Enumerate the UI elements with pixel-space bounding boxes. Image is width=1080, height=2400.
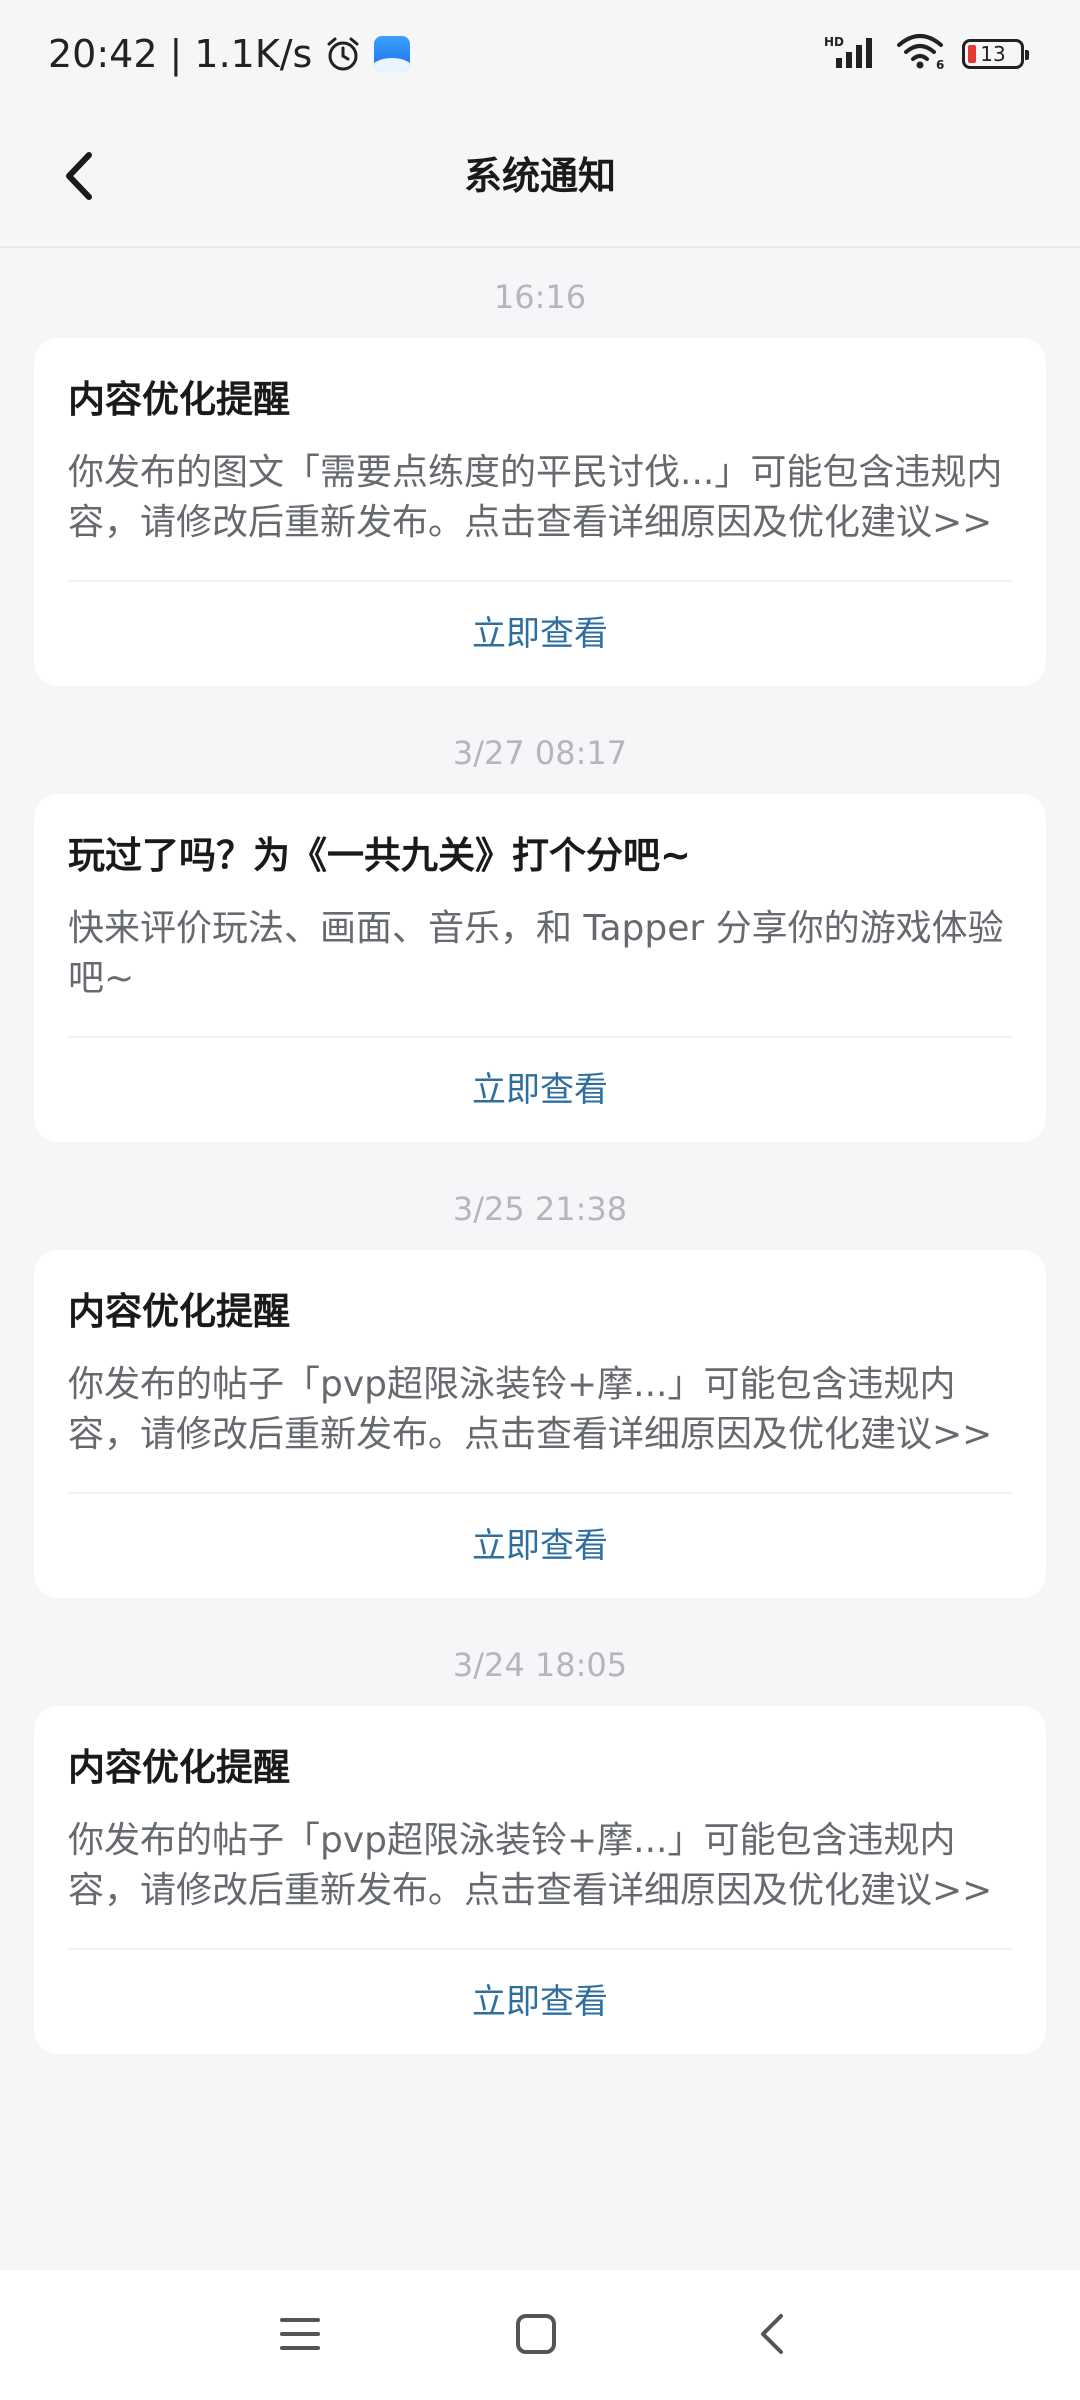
notice-title: 内容优化提醒 (68, 1746, 290, 1789)
status-right: HD 6 13 (824, 32, 1029, 76)
home-icon (516, 2314, 556, 2354)
view-now-button[interactable]: 立即查看 (68, 1950, 1012, 2054)
hd-signal-icon: HD (824, 34, 880, 74)
page-title: 系统通知 (463, 154, 616, 198)
menu-icon (280, 2318, 320, 2350)
menu-button[interactable] (268, 2302, 332, 2366)
alarm-icon (324, 35, 362, 73)
notice-title: 玩过了吗？为《一共九关》打个分吧~ (68, 834, 692, 877)
status-bar: 20:42 | 1.1K/s HD 6 13 (0, 0, 1080, 108)
notice-timestamp: 3/25 21:38 (452, 1190, 628, 1228)
gallery-icon (374, 36, 411, 72)
system-back-button[interactable] (740, 2302, 804, 2366)
notice-body: 快来评价玩法、画面、音乐，和 Tapper 分享你的游戏体验吧~ (68, 904, 1012, 1038)
wifi-sub-label: 6 (936, 58, 944, 71)
battery-level: 13 (980, 42, 1006, 66)
wifi-icon: 6 (896, 33, 946, 75)
notice-body: 你发布的图文「需要点练度的平民讨伐...」可能包含违规内容，请修改后重新发布。点… (68, 448, 1012, 582)
notice-group: 16:16 内容优化提醒 你发布的图文「需要点练度的平民讨伐...」可能包含违规… (0, 248, 1080, 686)
view-now-button[interactable]: 立即查看 (68, 582, 1012, 686)
notice-card[interactable]: 玩过了吗？为《一共九关》打个分吧~ 快来评价玩法、画面、音乐，和 Tapper … (34, 794, 1046, 1142)
system-nav-bar (0, 2270, 1080, 2400)
notice-timestamp: 16:16 (493, 278, 587, 316)
notice-card[interactable]: 内容优化提醒 你发布的图文「需要点练度的平民讨伐...」可能包含违规内容，请修改… (34, 338, 1046, 686)
home-button[interactable] (504, 2302, 568, 2366)
battery-icon: 13 (962, 39, 1029, 69)
view-now-button[interactable]: 立即查看 (68, 1494, 1012, 1598)
notice-timestamp: 3/24 18:05 (452, 1646, 628, 1684)
status-left: 20:42 | 1.1K/s (48, 28, 411, 80)
notice-group: 3/27 08:17 玩过了吗？为《一共九关》打个分吧~ 快来评价玩法、画面、音… (0, 704, 1080, 1142)
notice-body: 你发布的帖子「pvp超限泳装铃+摩...」可能包含违规内容，请修改后重新发布。点… (68, 1816, 1012, 1950)
notice-title: 内容优化提醒 (68, 1290, 290, 1333)
notice-group: 3/25 21:38 内容优化提醒 你发布的帖子「pvp超限泳装铃+摩...」可… (0, 1160, 1080, 1598)
notice-card[interactable]: 内容优化提醒 你发布的帖子「pvp超限泳装铃+摩...」可能包含违规内容，请修改… (34, 1706, 1046, 2054)
notice-group: 3/24 18:05 内容优化提醒 你发布的帖子「pvp超限泳装铃+摩...」可… (0, 1616, 1080, 2054)
notice-body: 你发布的帖子「pvp超限泳装铃+摩...」可能包含违规内容，请修改后重新发布。点… (68, 1360, 1012, 1494)
notice-title: 内容优化提醒 (68, 378, 290, 421)
hd-label: HD (824, 35, 844, 49)
notification-feed[interactable]: 16:16 内容优化提醒 你发布的图文「需要点练度的平民讨伐...」可能包含违规… (0, 248, 1080, 2270)
status-net-speed: | 1.1K/s (169, 32, 313, 76)
status-time: 20:42 (48, 32, 158, 76)
notice-card[interactable]: 内容优化提醒 你发布的帖子「pvp超限泳装铃+摩...」可能包含违规内容，请修改… (34, 1250, 1046, 1598)
view-now-button[interactable]: 立即查看 (68, 1038, 1012, 1142)
notice-timestamp: 3/27 08:17 (452, 734, 628, 772)
header-bar: 系统通知 (0, 108, 1080, 248)
back-icon (761, 2314, 783, 2354)
